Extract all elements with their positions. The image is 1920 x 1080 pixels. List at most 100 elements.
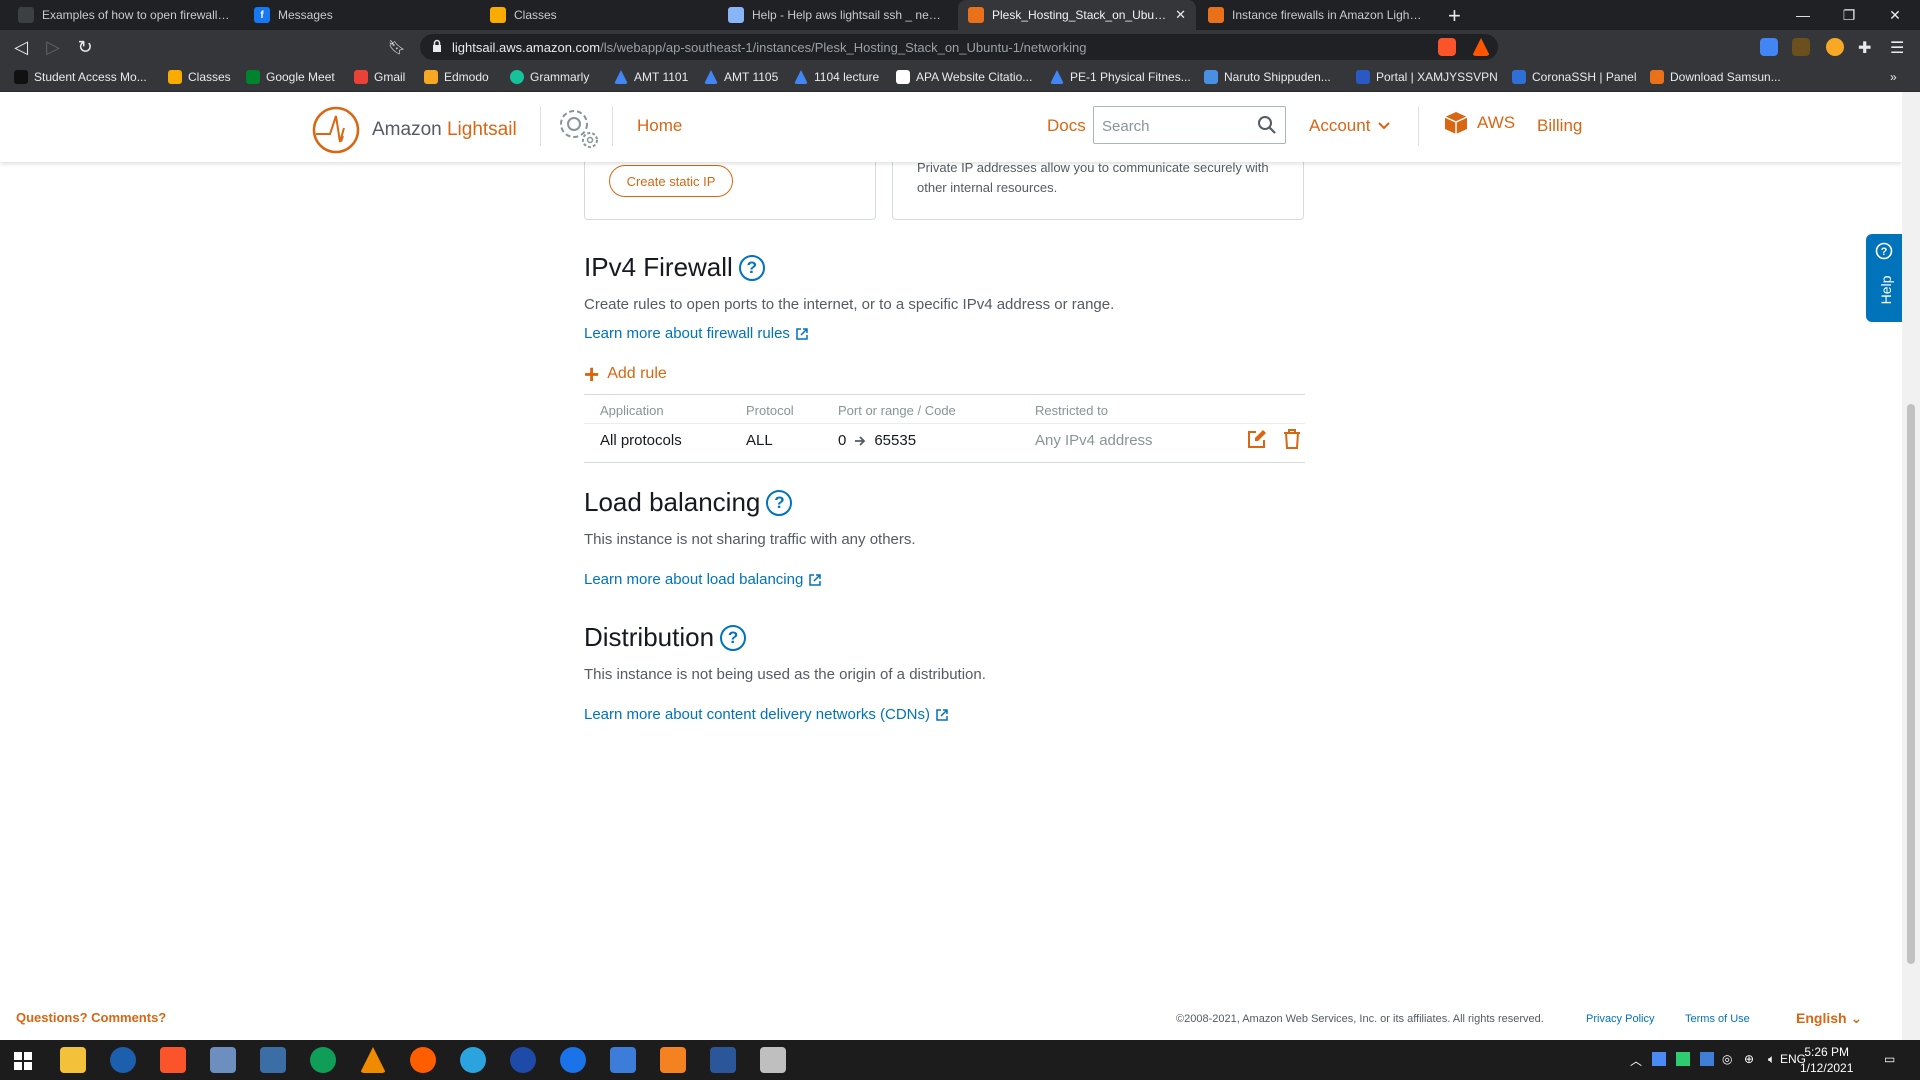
page-scrollbar[interactable] [1902,92,1920,1040]
distribution-heading: Distribution ? [584,622,747,653]
windows-taskbar: ︿ ◎ ⊕ 🔈︎ ENG 5:26 PM 1/12/2021 ▭ [0,1040,1920,1080]
rule-protocol: ALL [746,432,773,449]
browser-tab[interactable]: Examples of how to open firewall port [8,0,242,30]
network-icon[interactable]: ◎ [1722,1052,1732,1066]
bookmark-item[interactable]: CoronaSSH | Panel [1512,70,1637,84]
brave-browser-icon[interactable] [160,1047,186,1073]
taskbar-app-icon[interactable] [260,1047,286,1073]
word-icon[interactable] [710,1047,736,1073]
bookmark-icon[interactable]: 🔖︎ [384,34,410,60]
download-icon [1650,70,1664,84]
bookmark-item[interactable]: Classes [168,70,231,84]
browser-tab[interactable]: Instance firewalls in Amazon Lightsail [1198,0,1432,30]
system-clock[interactable]: 5:26 PM 1/12/2021 [1800,1044,1853,1076]
trash-icon[interactable] [1282,429,1302,449]
lightsail-logo[interactable]: Amazon Lightsail [310,104,517,156]
browser-tab[interactable]: Classes [480,0,714,30]
menu-icon[interactable]: ☰ [1890,38,1908,57]
bookmark-item[interactable]: Portal | XAMJYSSVPN [1356,70,1498,84]
bookmark-item[interactable]: Google Meet [246,70,335,84]
rule-restricted-to: Any IPv4 address [1035,432,1153,449]
taskbar-app-icon[interactable] [560,1047,586,1073]
bookmark-item[interactable]: Download Samsun... [1650,70,1781,84]
bookmark-item[interactable]: Grammarly [510,70,589,84]
help-question-icon[interactable]: ? [738,254,765,281]
volume-icon[interactable]: 🔈︎ [1768,1052,1775,1067]
bookmark-item[interactable]: AMT 1105 [704,70,778,84]
opera-icon[interactable] [410,1047,436,1073]
settings-gear-icon[interactable] [552,102,604,154]
tray-icon[interactable] [1676,1052,1690,1066]
tray-icon[interactable] [1700,1052,1714,1066]
extensions-puzzle-icon[interactable]: ✚ [1858,38,1876,57]
bookmark-item[interactable]: Gmail [354,70,405,84]
taskbar-app-icon[interactable] [110,1047,136,1073]
back-icon[interactable]: ◁ [8,34,34,60]
firewall-learn-more-link[interactable]: Learn more about firewall rules [584,325,808,342]
help-side-tab[interactable]: ? Help [1866,234,1902,322]
tray-icon[interactable] [1652,1052,1666,1066]
extension-icon[interactable] [1826,38,1844,56]
edit-icon[interactable] [1247,429,1267,449]
browser-tab[interactable]: Help - Help aws lightsail ssh _ newbie [718,0,952,30]
bookmark-item[interactable]: AMT 1101 [614,70,688,84]
feedback-link[interactable]: Questions? Comments? [16,1010,166,1025]
docs-link[interactable]: Docs [1047,116,1086,136]
taskbar-app-icon[interactable] [210,1047,236,1073]
column-header-application: Application [600,403,664,418]
billing-link[interactable]: Billing [1537,116,1582,136]
forward-icon[interactable]: ▷ [40,34,66,60]
taskbar-app-icon[interactable] [760,1047,786,1073]
brave-shield-icon[interactable] [1438,38,1456,56]
network-globe-icon[interactable]: ⊕ [1744,1052,1754,1066]
vpn-app-icon[interactable] [510,1047,536,1073]
column-header-restricted: Restricted to [1035,403,1108,418]
more-bookmarks-icon[interactable]: » [1890,70,1897,84]
google-drive-icon [704,70,718,84]
search-placeholder: Search [1102,118,1150,135]
notifications-icon[interactable]: ▭ [1884,1052,1895,1066]
bookmark-item[interactable]: Naruto Shippuden... [1204,70,1331,84]
help-question-icon[interactable]: ? [720,624,747,651]
new-tab-button[interactable]: + [1448,3,1461,29]
minimize-window-button[interactable]: — [1780,0,1826,30]
bookmark-item[interactable]: APA Website Citatio... [896,70,1032,84]
aws-console-link[interactable]: AWS [1443,110,1515,136]
search-input[interactable]: Search [1093,106,1286,144]
restore-window-button[interactable]: ❐ [1826,0,1872,30]
close-tab-icon[interactable]: ✕ [1175,7,1186,23]
load-balancing-learn-more-link[interactable]: Learn more about load balancing [584,571,822,588]
help-question-icon[interactable]: ? [766,489,793,516]
translate-extension-icon[interactable] [1760,38,1778,56]
bookmark-item[interactable]: Student Access Mo... [14,70,147,84]
telegram-icon[interactable] [460,1047,486,1073]
bookmark-item[interactable]: PE-1 Physical Fitnes... [1050,70,1191,84]
create-static-ip-button[interactable]: Create static IP [609,165,733,197]
bookmark-site-icon [1204,70,1218,84]
account-menu[interactable]: Account [1309,116,1391,136]
home-link[interactable]: Home [637,116,682,136]
browser-tab-active[interactable]: Plesk_Hosting_Stack_on_Ubuntu-1 ✕ [958,0,1196,30]
address-bar[interactable]: lightsail.aws.amazon.com/ls/webapp/ap-so… [420,34,1498,60]
bookmark-item[interactable]: Edmodo [424,70,489,84]
vlc-icon[interactable] [360,1047,386,1073]
close-window-button[interactable]: ✕ [1872,0,1918,30]
terms-of-use-link[interactable]: Terms of Use [1685,1013,1750,1025]
search-icon[interactable] [1257,115,1277,135]
add-rule-button[interactable]: + Add rule [584,361,667,387]
xampp-icon[interactable] [660,1047,686,1073]
windows-start-icon[interactable] [14,1052,32,1070]
edge-icon[interactable] [310,1047,336,1073]
taskbar-app-icon[interactable] [610,1047,636,1073]
bookmark-item[interactable]: 1104 lecture [794,70,879,84]
extension-icon[interactable] [1792,38,1810,56]
browser-tab[interactable]: f Messages [244,0,478,30]
language-selector[interactable]: English ⌄ [1796,1010,1862,1027]
reload-icon[interactable]: ↻ [72,34,98,60]
scrollbar-thumb[interactable] [1907,404,1915,964]
tab-title: Plesk_Hosting_Stack_on_Ubuntu-1 [992,8,1168,22]
cdn-learn-more-link[interactable]: Learn more about content delivery networ… [584,706,948,723]
chevron-up-icon[interactable]: ︿ [1630,1052,1642,1069]
file-explorer-icon[interactable] [60,1047,86,1073]
privacy-policy-link[interactable]: Privacy Policy [1586,1013,1654,1025]
